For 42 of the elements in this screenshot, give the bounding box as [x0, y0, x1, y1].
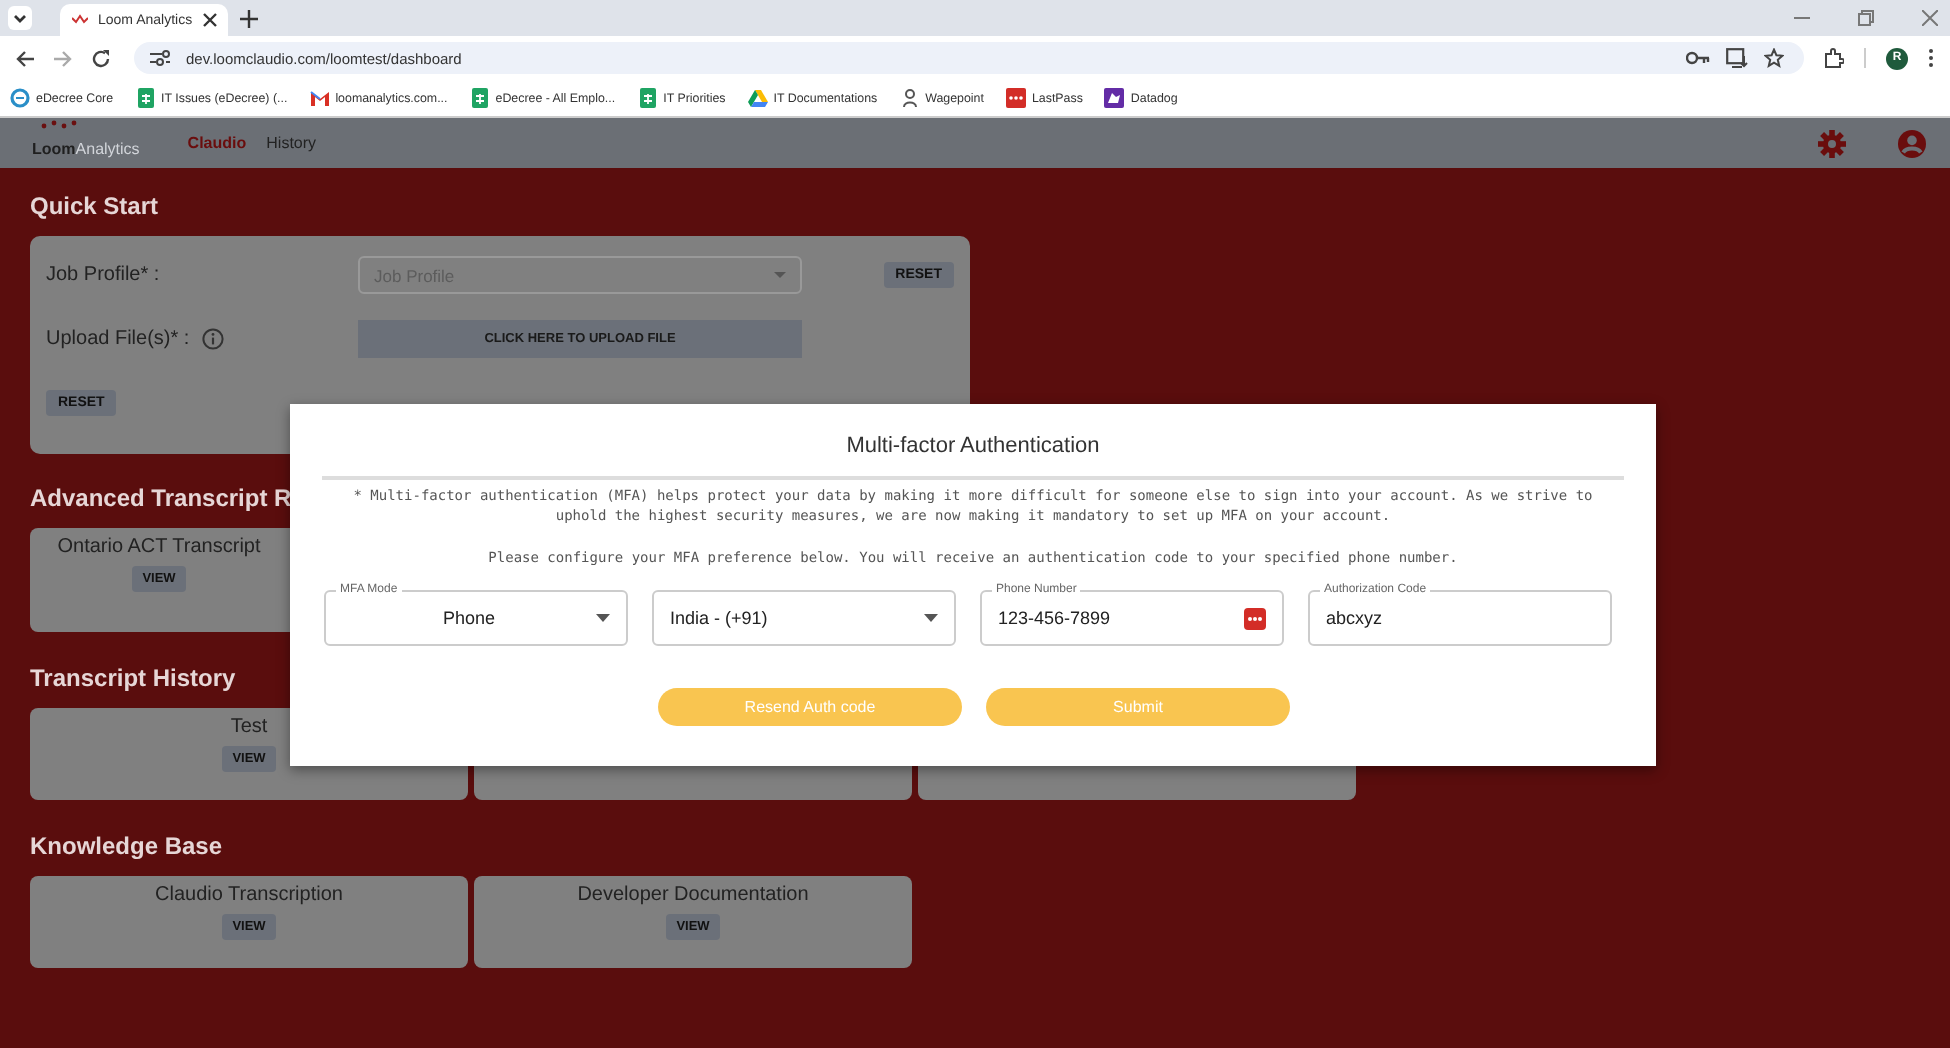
tune-icon[interactable]	[150, 50, 170, 66]
dots-icon	[1005, 88, 1026, 108]
account-icon[interactable]	[1898, 129, 1926, 157]
select-field[interactable]: India - (+91)	[652, 590, 956, 646]
install-icon[interactable]	[1726, 48, 1748, 68]
sheet-icon	[135, 88, 156, 108]
logo: LoomAnalytics	[32, 122, 140, 164]
sheet-icon	[637, 88, 658, 108]
section-heading: Knowledge Base	[30, 830, 223, 862]
section-heading: Quick Start	[30, 190, 159, 222]
dialog-title: Multi-factor Authentication	[844, 432, 1102, 460]
dots-icon[interactable]	[1244, 607, 1266, 629]
back-icon[interactable]	[16, 49, 34, 67]
triangle-icon	[747, 88, 768, 108]
card-title: Ontario ACT Transcript	[57, 536, 261, 558]
section-heading: Transcript History	[30, 662, 236, 694]
dog-icon	[1104, 88, 1125, 108]
reload-icon[interactable]	[92, 49, 110, 67]
info-icon[interactable]	[201, 328, 224, 350]
sheet-icon	[469, 88, 490, 108]
mail-icon	[309, 88, 330, 108]
card-title: Developer Documentation	[577, 884, 809, 906]
more-icon[interactable]	[1928, 48, 1934, 68]
section-heading: Advanced Transcript R	[30, 482, 292, 514]
dots-icon	[40, 120, 80, 130]
caret-icon	[774, 272, 786, 278]
card-title: Test	[230, 716, 268, 738]
close-icon[interactable]	[202, 12, 219, 28]
puzzle-icon[interactable]	[1824, 48, 1844, 68]
chevron-down-icon[interactable]	[8, 6, 32, 30]
key-icon[interactable]	[1686, 50, 1710, 66]
field-label: Upload File(s)* :	[46, 328, 190, 350]
settings-icon[interactable]	[1818, 129, 1846, 157]
card-title: Claudio Transcription	[155, 884, 343, 906]
circle-icon	[10, 88, 30, 108]
caret-icon	[924, 614, 938, 622]
star-icon[interactable]	[1764, 48, 1784, 68]
plus-icon[interactable]	[240, 9, 258, 27]
wave-icon	[72, 14, 88, 26]
field-label: Job Profile* :	[46, 264, 162, 286]
restore-icon[interactable]	[1858, 10, 1874, 26]
caret-icon	[596, 614, 610, 622]
